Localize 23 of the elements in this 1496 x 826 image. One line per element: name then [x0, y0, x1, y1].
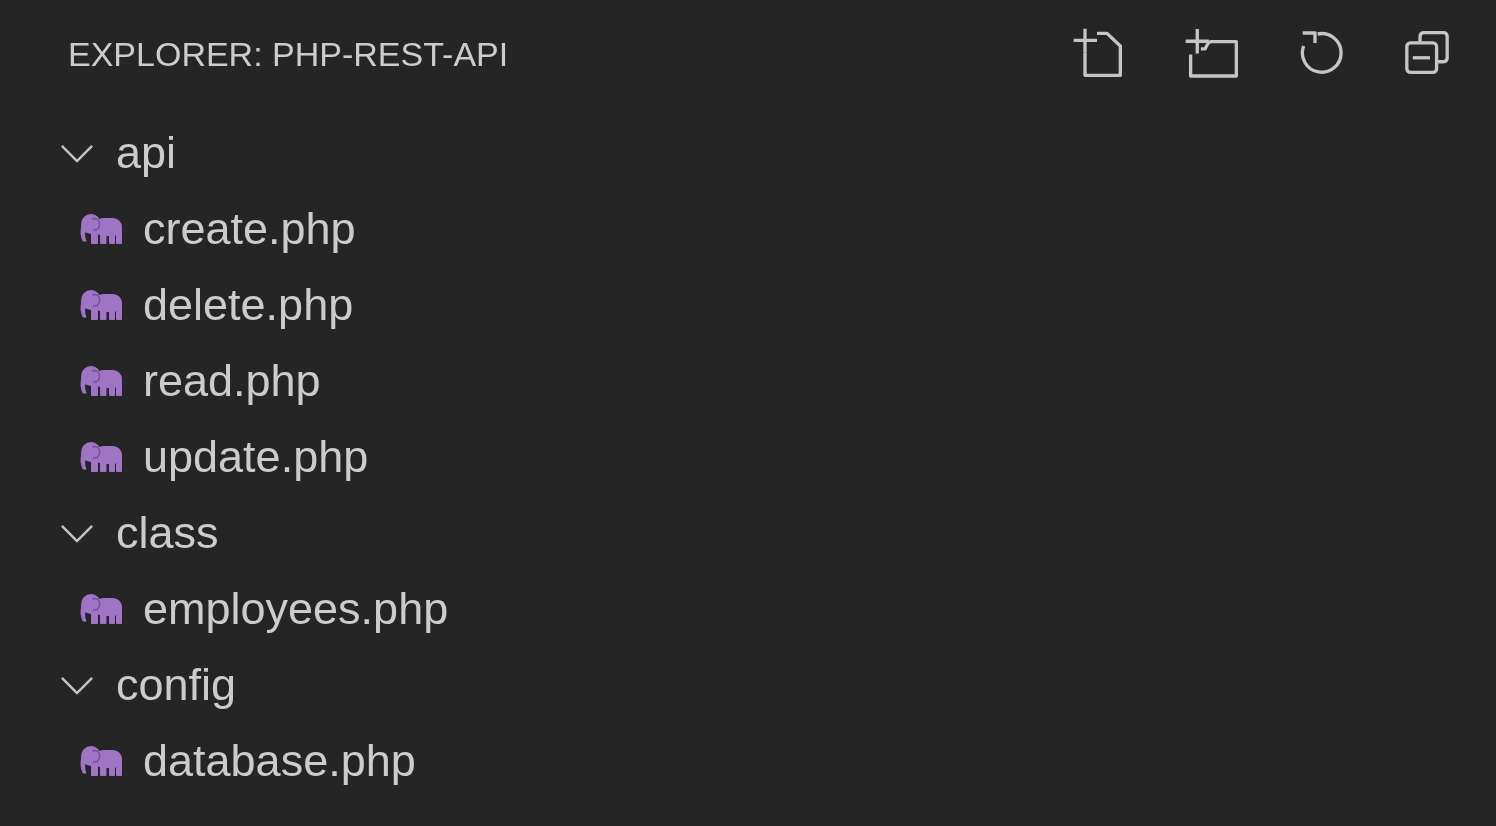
- folder-name[interactable]: config: [116, 659, 237, 711]
- elephant-icon: [79, 594, 122, 624]
- folder-plus-icon[interactable]: [1184, 26, 1238, 78]
- elephant-icon: [79, 214, 122, 244]
- file-name[interactable]: database.php: [143, 735, 416, 787]
- folder-name[interactable]: api: [116, 127, 177, 179]
- folder-name[interactable]: class: [116, 507, 219, 559]
- elephant-icon: [79, 442, 122, 472]
- elephant-icon: [79, 366, 122, 396]
- file-plus-icon[interactable]: [1072, 27, 1122, 77]
- file-name[interactable]: delete.php: [143, 279, 354, 331]
- file-name[interactable]: create.php: [143, 203, 356, 255]
- chevron-down-icon[interactable]: [60, 675, 94, 695]
- chevron-down-icon[interactable]: [60, 143, 94, 163]
- file-name[interactable]: read.php: [143, 355, 321, 407]
- file-name[interactable]: update.php: [143, 431, 369, 483]
- chevron-down-icon[interactable]: [60, 523, 94, 543]
- stacked-squares-minus-icon[interactable]: [1405, 30, 1449, 74]
- circular-arrow-icon[interactable]: [1300, 30, 1343, 74]
- explorer-title: EXPLORER: PHP-REST-API: [68, 33, 509, 74]
- file-name[interactable]: employees.php: [143, 583, 449, 635]
- elephant-icon: [79, 746, 122, 776]
- elephant-icon: [79, 290, 122, 320]
